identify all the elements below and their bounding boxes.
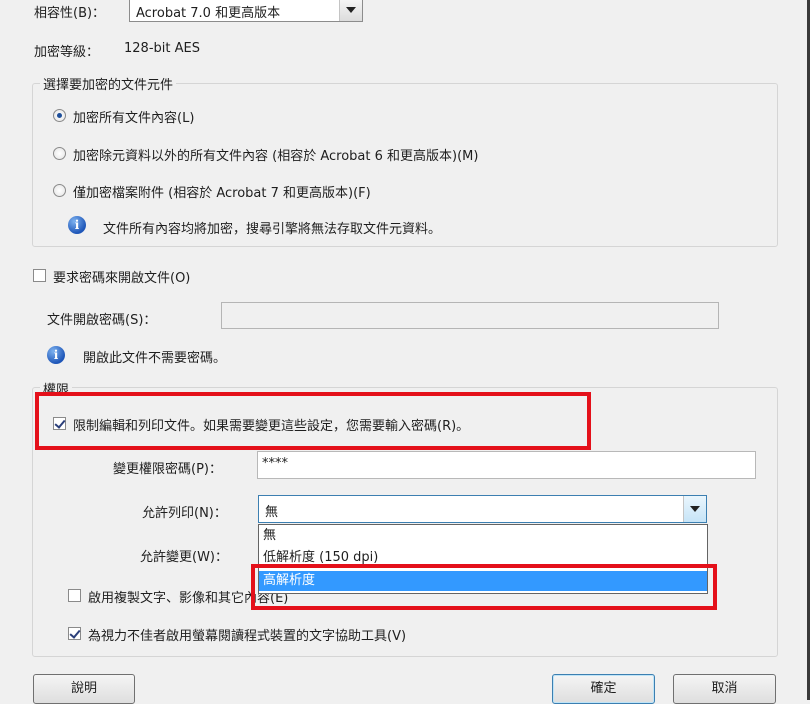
encrypt-info-text: 文件所有內容均將加密，搜尋引擎將無法存取文件元資料。 (103, 222, 442, 237)
radio-encrypt-attachments[interactable] (53, 184, 66, 197)
encryption-level-value: 128-bit AES (124, 41, 200, 56)
radio-encrypt-except-metadata-label[interactable]: 加密除元資料以外的所有文件內容 (相容於 Acrobat 6 和更高版本)(M) (73, 145, 478, 164)
open-password-info-text: 開啟此文件不需要密碼。 (83, 351, 227, 366)
printing-allowed-value: 無 (265, 505, 279, 520)
encrypt-components-legend: 選擇要加密的文件元件 (40, 74, 177, 93)
change-permissions-password-input[interactable]: **** (257, 451, 756, 479)
printing-allowed-label: 允許列印(N)： (142, 506, 227, 521)
enable-accessibility-label[interactable]: 為視力不佳者啟用螢幕閱讀程式裝置的文字協助工具(V) (88, 625, 406, 644)
info-icon: i (68, 216, 86, 234)
radio-encrypt-all[interactable] (53, 109, 66, 122)
highlight-box-high-res (251, 564, 717, 610)
chevron-down-icon (346, 7, 356, 13)
compatibility-label: 相容性(B)： (34, 6, 106, 21)
radio-encrypt-all-label[interactable]: 加密所有文件內容(L) (73, 107, 194, 126)
enable-accessibility-checkbox[interactable] (68, 627, 81, 640)
open-password-label: 文件開啟密碼(S)： (47, 313, 157, 328)
printing-allowed-select[interactable]: 無 (258, 495, 707, 523)
compatibility-value: Acrobat 7.0 和更高版本 (136, 6, 281, 21)
change-permissions-password-value: **** (262, 456, 288, 471)
enable-copy-checkbox[interactable] (68, 589, 81, 602)
changes-allowed-label: 允許變更(W)： (140, 550, 228, 565)
radio-encrypt-except-metadata[interactable] (53, 147, 66, 160)
compatibility-dropdown-button[interactable] (339, 0, 362, 21)
compatibility-select[interactable]: Acrobat 7.0 和更高版本 (129, 0, 363, 22)
encryption-level-label: 加密等級： (34, 45, 100, 60)
chevron-down-icon (690, 506, 700, 512)
change-permissions-password-label: 變更權限密碼(P)： (113, 462, 222, 477)
open-password-input[interactable] (221, 302, 719, 329)
require-open-password-checkbox[interactable] (33, 269, 46, 282)
highlight-box-restrict (35, 392, 591, 450)
radio-encrypt-attachments-label[interactable]: 僅加密檔案附件 (相容於 Acrobat 7 和更高版本)(F) (73, 182, 371, 201)
printing-option-none[interactable]: 無 (259, 526, 707, 546)
printing-dropdown-button[interactable] (683, 496, 706, 522)
require-open-password-label[interactable]: 要求密碼來開啟文件(O) (53, 267, 190, 286)
info-icon: i (47, 346, 65, 364)
